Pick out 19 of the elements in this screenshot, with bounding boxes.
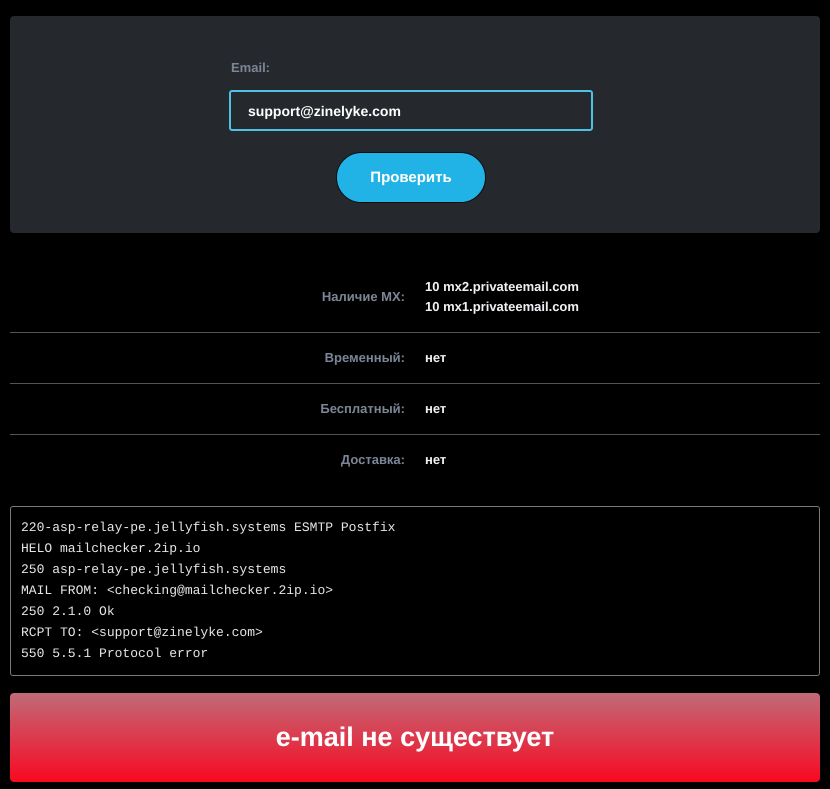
result-value: нет [425, 400, 446, 418]
log-line: MAIL FROM: <checking@mailchecker.2ip.io> [21, 582, 334, 600]
email-label: Email: [231, 60, 270, 76]
result-label: Бесплатный: [320, 400, 405, 418]
log-line: 220-asp-relay-pe.jellyfish.systems ESMTP Postfix [21, 519, 396, 537]
result-value: 10 mx1.privateemail.com [425, 298, 579, 316]
log-line: 550 5.5.1 Protocol error [21, 645, 208, 663]
log-line: HELO mailchecker.2ip.io [21, 540, 200, 558]
result-value: 10 mx2.privateemail.com [425, 278, 579, 296]
log-line: RCPT TO: <support@zinelyke.com> [21, 624, 263, 642]
log-line: 250 asp-relay-pe.jellyfish.systems [21, 561, 286, 579]
result-label: Временный: [324, 349, 405, 367]
log-line: 250 2.1.0 Ok [21, 603, 115, 621]
result-label: Доставка: [340, 451, 405, 469]
result-value: нет [425, 349, 446, 367]
result-label: Наличие MX: [322, 288, 405, 306]
result-value: нет [425, 451, 446, 469]
email-input-field[interactable]: support@zinelyke.com [229, 90, 593, 131]
status-banner: e-mail не существует [10, 693, 820, 782]
